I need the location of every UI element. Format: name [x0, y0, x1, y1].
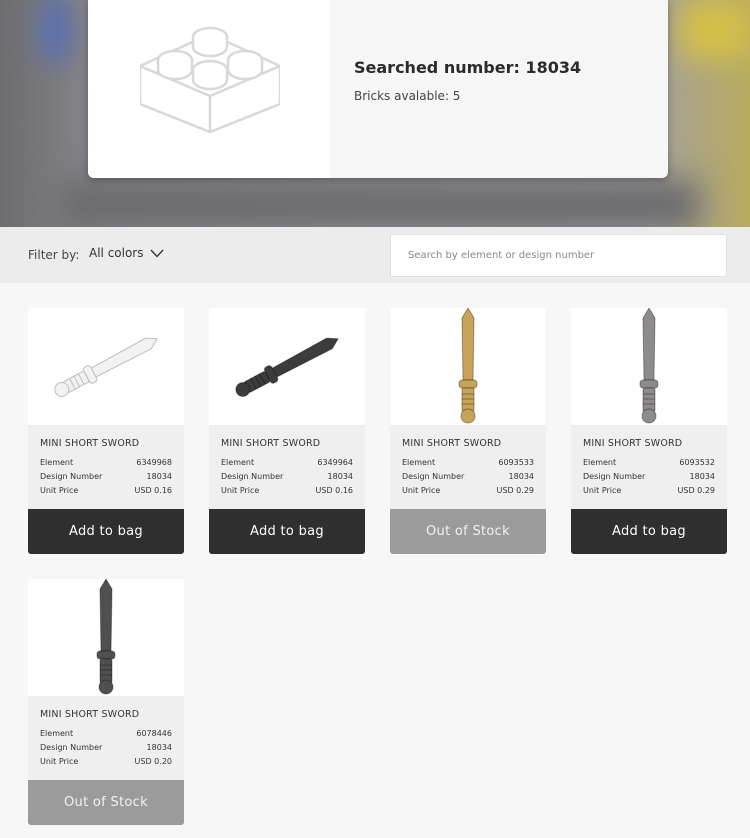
search-result-card: Searched number: 18034 Bricks avalable: …	[88, 0, 668, 178]
product-info: MINI SHORT SWORD Element 6349964 Design N…	[209, 425, 365, 509]
design-number-label: Design Number	[40, 472, 103, 481]
element-value: 6093532	[679, 458, 715, 467]
product-card: MINI SHORT SWORD Element 6349964 Design N…	[209, 308, 365, 554]
product-card: MINI SHORT SWORD Element 6349968 Design N…	[28, 308, 184, 554]
add-to-bag-button[interactable]: Add to bag	[209, 509, 365, 554]
design-number-label: Design Number	[40, 743, 103, 752]
out-of-stock-button: Out of Stock	[390, 509, 546, 554]
product-name: MINI SHORT SWORD	[221, 438, 321, 449]
unit-price-value: USD 0.29	[677, 486, 715, 495]
hero-banner: Searched number: 18034 Bricks avalable: …	[0, 0, 750, 227]
element-value: 6093533	[498, 458, 534, 467]
design-number-label: Design Number	[583, 472, 646, 481]
product-image	[28, 579, 184, 696]
unit-price-label: Unit Price	[221, 486, 260, 495]
brick-icon	[140, 26, 280, 134]
filter-bar: Filter by: All colors	[0, 227, 750, 283]
sword-icon	[458, 308, 478, 424]
product-name: MINI SHORT SWORD	[402, 438, 502, 449]
filter-label: Filter by:	[28, 248, 80, 262]
element-value: 6349968	[136, 458, 172, 467]
unit-price-value: USD 0.16	[134, 486, 172, 495]
unit-price-label: Unit Price	[583, 486, 622, 495]
out-of-stock-button: Out of Stock	[28, 780, 184, 825]
product-info: MINI SHORT SWORD Element 6093532 Design N…	[571, 425, 727, 509]
product-card: MINI SHORT SWORD Element 6093532 Design N…	[571, 308, 727, 554]
unit-price-label: Unit Price	[40, 757, 79, 766]
design-number-label: Design Number	[402, 472, 465, 481]
sword-icon	[54, 337, 159, 397]
product-image	[28, 308, 184, 425]
sword-icon	[235, 337, 340, 397]
element-value: 6349964	[317, 458, 353, 467]
search-input[interactable]	[390, 234, 727, 277]
brick-image	[88, 0, 330, 178]
product-name: MINI SHORT SWORD	[40, 438, 140, 449]
element-label: Element	[583, 458, 617, 467]
chevron-down-icon	[149, 249, 164, 258]
element-value: 6078446	[136, 729, 172, 738]
sword-icon	[96, 579, 116, 695]
sword-icon	[639, 308, 659, 424]
add-to-bag-button[interactable]: Add to bag	[571, 509, 727, 554]
product-info: MINI SHORT SWORD Element 6349968 Design N…	[28, 425, 184, 509]
product-image	[571, 308, 727, 425]
product-image	[209, 308, 365, 425]
unit-price-label: Unit Price	[402, 486, 441, 495]
add-to-bag-button[interactable]: Add to bag	[28, 509, 184, 554]
element-label: Element	[40, 458, 74, 467]
color-filter-dropdown[interactable]: All colors	[89, 246, 164, 260]
product-card: MINI SHORT SWORD Element 6078446 Design N…	[28, 579, 184, 825]
unit-price-value: USD 0.29	[496, 486, 534, 495]
design-number-value: 18034	[689, 472, 715, 481]
product-name: MINI SHORT SWORD	[40, 709, 140, 720]
product-info: MINI SHORT SWORD Element 6078446 Design N…	[28, 696, 184, 780]
unit-price-value: USD 0.16	[315, 486, 353, 495]
design-number-value: 18034	[146, 743, 172, 752]
bricks-available: Bricks avalable: 5	[354, 89, 461, 103]
design-number-label: Design Number	[221, 472, 284, 481]
element-label: Element	[402, 458, 436, 467]
unit-price-value: USD 0.20	[134, 757, 172, 766]
product-info: MINI SHORT SWORD Element 6093533 Design N…	[390, 425, 546, 509]
design-number-value: 18034	[146, 472, 172, 481]
element-label: Element	[40, 729, 74, 738]
color-filter-value: All colors	[89, 246, 144, 260]
element-label: Element	[221, 458, 255, 467]
searched-number-title: Searched number: 18034	[354, 58, 582, 77]
design-number-value: 18034	[327, 472, 353, 481]
product-name: MINI SHORT SWORD	[583, 438, 683, 449]
product-image	[390, 308, 546, 425]
design-number-value: 18034	[508, 472, 534, 481]
product-card: MINI SHORT SWORD Element 6093533 Design N…	[390, 308, 546, 554]
unit-price-label: Unit Price	[40, 486, 79, 495]
